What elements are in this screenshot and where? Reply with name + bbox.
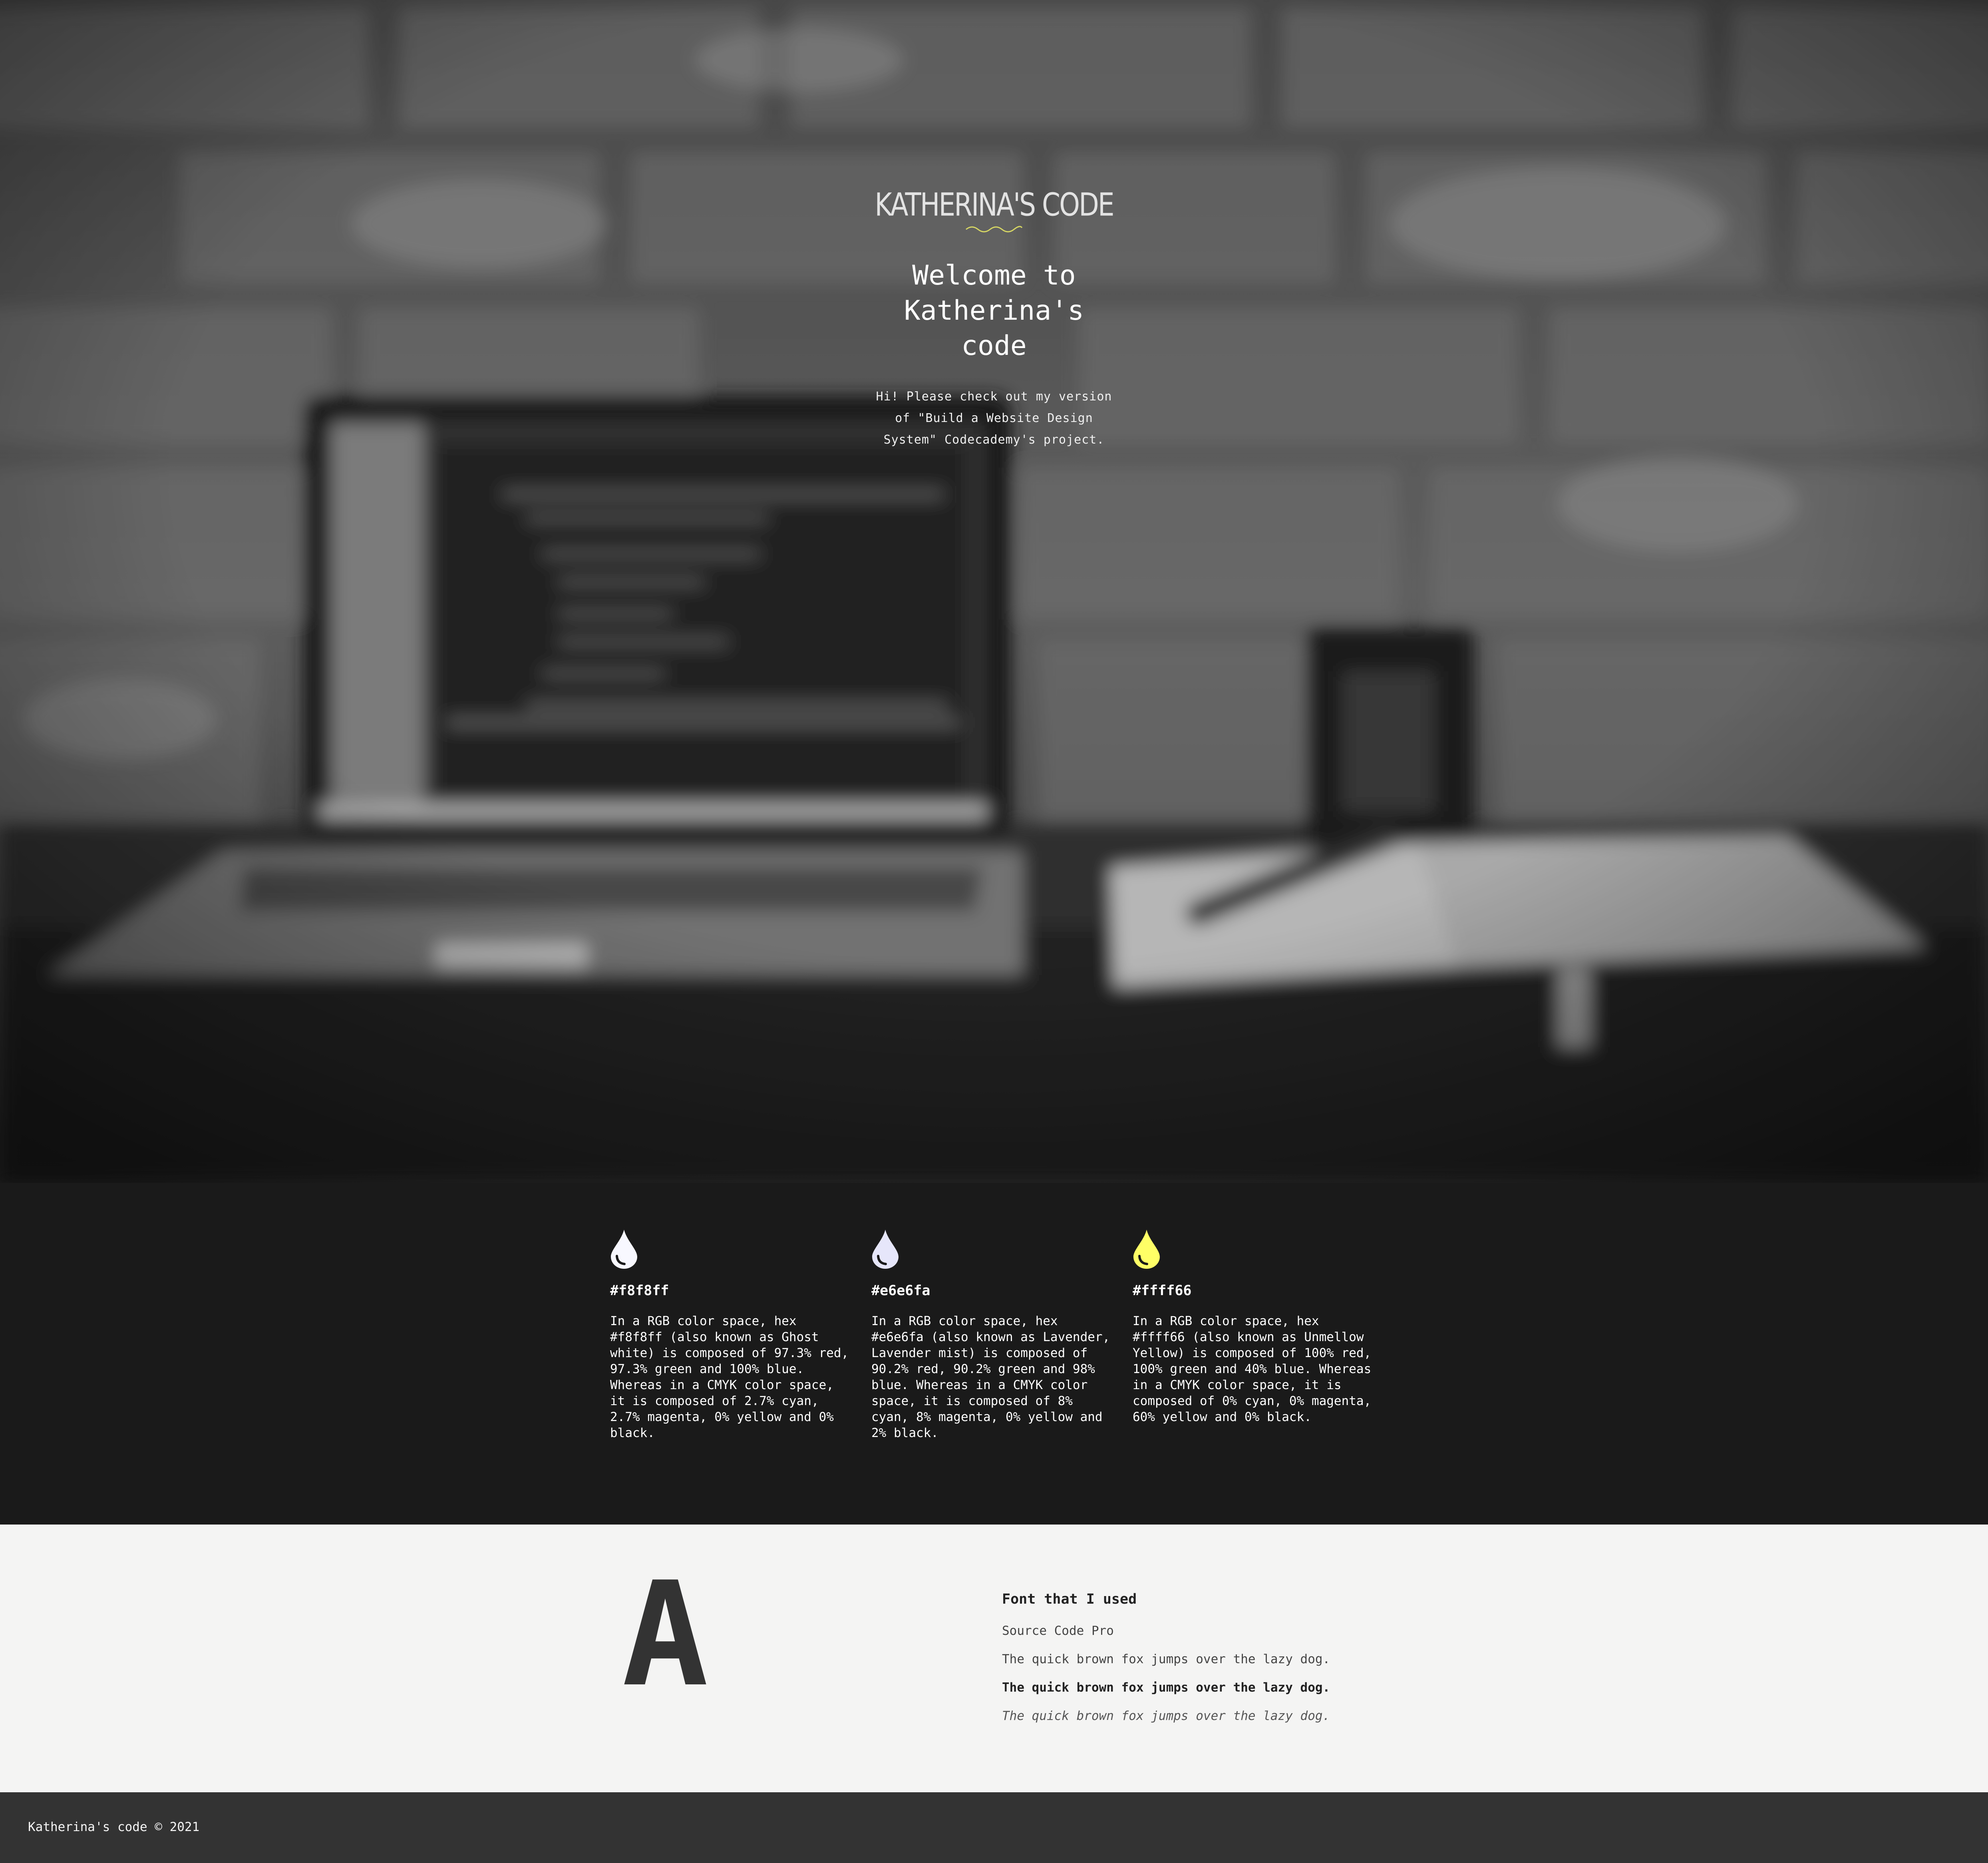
hero-intro-text: Hi! Please check out my version of "Buil… [876,390,1112,447]
drop-icon [872,1230,899,1269]
color-card-lavender: #e6e6fa In a RGB color space, hex #e6e6f… [871,1229,1115,1441]
colors-section: #f8f8ff In a RGB color space, hex #f8f8f… [0,1183,1988,1525]
font-sample-bold: The quick brown fox jumps over the lazy … [1002,1680,1330,1695]
color-card-unmellow-yellow: #ffff66 In a RGB color space, hex #ffff6… [1133,1229,1376,1425]
color-card-ghost-white: #f8f8ff In a RGB color space, hex #f8f8f… [610,1229,854,1441]
drop-icon [1133,1230,1160,1269]
logo-wave-icon [966,226,1023,233]
color-description: In a RGB color space, hex #f8f8ff (also … [610,1314,849,1440]
color-description: In a RGB color space, hex #ffff66 (also … [1133,1314,1372,1424]
hero-content: KATHERINA'S CODE Welcome to Katherina's … [842,189,1146,451]
color-hex-label: #e6e6fa [871,1283,930,1299]
hero-background-image [0,0,1988,1183]
page-footer: Katherina's code © 2021 [0,1792,1988,1863]
hero-section: KATHERINA'S CODE Welcome to Katherina's … [0,0,1988,1183]
font-sample-regular: The quick brown fox jumps over the lazy … [1002,1652,1330,1666]
font-info: Font that I used Source Code Pro The qui… [1002,1592,1330,1738]
site-logo[interactable]: KATHERINA'S CODE [842,189,1146,221]
color-description: In a RGB color space, hex #e6e6fa (also … [871,1314,1110,1440]
font-glyph-letter: A [622,1576,709,1692]
footer-copyright: Katherina's code © 2021 [28,1820,200,1834]
color-hex-label: #ffff66 [1133,1283,1192,1299]
font-heading: Font that I used [1002,1591,1137,1607]
font-sample-italic: The quick brown fox jumps over the lazy … [1002,1709,1330,1723]
font-glyph-sample: A [622,1576,709,1692]
hero-title: Welcome to Katherina's code [904,260,1084,362]
font-name: Source Code Pro [1002,1624,1114,1638]
color-hex-label: #f8f8ff [610,1283,669,1299]
fonts-section: A Font that I used Source Code Pro The q… [0,1525,1988,1792]
drop-icon [611,1230,637,1269]
